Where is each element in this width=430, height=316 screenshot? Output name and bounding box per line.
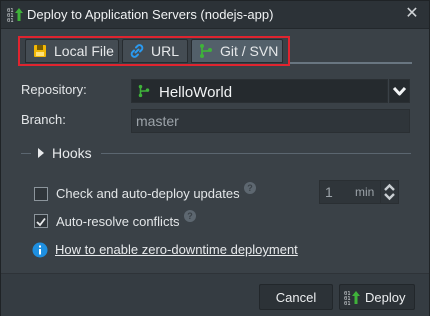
repository-label: Repository: [21, 82, 87, 97]
auto-resolve-label: Auto-resolve conflicts [56, 214, 180, 229]
help-icon[interactable]: ? [244, 182, 256, 194]
interval-unit: min [355, 185, 375, 199]
cancel-label: Cancel [275, 289, 317, 305]
expand-arrow-icon[interactable] [38, 148, 44, 158]
auto-deploy-label: Check and auto-deploy updates [56, 186, 240, 201]
repository-value: HelloWorld [159, 84, 233, 101]
auto-resolve-checkbox[interactable] [34, 214, 48, 228]
svg-text:01: 01 [344, 301, 351, 305]
close-icon[interactable]: ✕ [403, 5, 421, 23]
interval-field[interactable]: min [319, 180, 381, 204]
git-icon [138, 84, 150, 98]
dialog-body: Local File URL Git / SVN Repository: Hel… [7, 31, 423, 273]
titlebar: 01 01 01 Deploy to Application Servers (… [1, 1, 429, 29]
cancel-button[interactable]: Cancel [259, 284, 333, 310]
branch-label: Branch: [21, 112, 66, 127]
interval-stepper[interactable] [380, 180, 399, 204]
deploy-label: Deploy [365, 289, 406, 305]
info-icon [32, 242, 48, 258]
window-title: Deploy to Application Servers (nodejs-ap… [27, 7, 274, 22]
help-icon[interactable]: ? [184, 210, 196, 222]
deploy-icon: 01 01 01 [7, 8, 23, 22]
divider [101, 153, 411, 154]
hooks-label[interactable]: Hooks [52, 145, 92, 161]
dialog-footer: Cancel 01 01 01 Deploy [1, 273, 429, 316]
hooks-section[interactable]: Hooks [21, 144, 411, 164]
tab-underline [288, 62, 412, 64]
branch-field[interactable] [131, 109, 410, 133]
repository-dropdown-button[interactable] [389, 79, 410, 103]
deploy-button[interactable]: 01 01 01 Deploy [339, 284, 415, 310]
checkmark-icon [36, 217, 46, 227]
repository-select[interactable]: HelloWorld [131, 79, 388, 103]
interval-input[interactable] [320, 181, 360, 203]
zero-downtime-link[interactable]: How to enable zero-downtime deployment [55, 242, 298, 257]
divider [21, 153, 31, 154]
stepper-arrows-icon [384, 183, 395, 201]
auto-deploy-checkbox[interactable] [34, 187, 48, 201]
deploy-icon: 01 01 01 [344, 291, 360, 305]
svg-text:01: 01 [7, 18, 14, 22]
tabs-highlight-box [18, 36, 290, 66]
branch-input[interactable] [132, 110, 409, 132]
deploy-dialog: 01 01 01 Deploy to Application Servers (… [0, 0, 430, 316]
chevron-down-icon [392, 86, 407, 96]
